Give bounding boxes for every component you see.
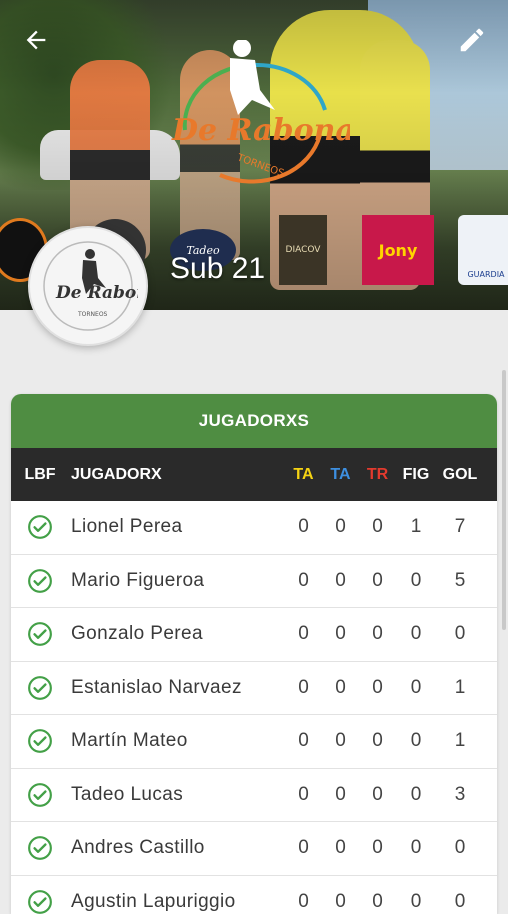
table-row[interactable]: Estanislao Narvaez 0 0 0 0 1 [11, 662, 497, 716]
stat-ta-yellow: 0 [285, 516, 322, 538]
col-header-tr: TR [359, 466, 396, 484]
lbf-status [11, 514, 69, 540]
lbf-status [11, 568, 69, 594]
check-circle-icon [27, 675, 53, 701]
stat-ta-blue: 0 [322, 623, 359, 645]
team-category-title: Sub 21 [170, 252, 265, 286]
col-header-ta-blue: TA [322, 466, 359, 484]
stat-ta-yellow: 0 [285, 730, 322, 752]
players-card: JUGADORXS LBF JUGADORX TA TA TR FIG GOL … [11, 394, 497, 914]
stat-tr: 0 [359, 677, 396, 699]
stat-gol: 1 [436, 677, 484, 699]
stat-tr: 0 [359, 891, 396, 913]
player-name: Mario Figueroa [69, 570, 285, 592]
check-circle-icon [27, 514, 53, 540]
player-name: Agustin Lapuriggio [69, 891, 285, 913]
de-rabona-badge: De Rabona TORNEOS [38, 236, 138, 336]
stat-ta-blue: 0 [322, 730, 359, 752]
player-name: Andres Castillo [69, 837, 285, 859]
stat-fig: 0 [396, 677, 436, 699]
check-circle-icon [27, 621, 53, 647]
table-row[interactable]: Andres Castillo 0 0 0 0 0 [11, 822, 497, 876]
sponsor-logo: GUARDIA [458, 215, 508, 285]
stat-ta-blue: 0 [322, 677, 359, 699]
svg-text:De Rabona: De Rabona [55, 283, 138, 303]
lbf-status [11, 728, 69, 754]
stat-gol: 0 [436, 891, 484, 913]
check-circle-icon [27, 568, 53, 594]
stat-gol: 0 [436, 623, 484, 645]
stat-tr: 0 [359, 837, 396, 859]
lbf-status [11, 621, 69, 647]
stat-gol: 3 [436, 784, 484, 806]
stat-fig: 0 [396, 730, 436, 752]
stat-ta-blue: 0 [322, 837, 359, 859]
check-circle-icon [27, 728, 53, 754]
stat-ta-yellow: 0 [285, 677, 322, 699]
sponsor-logo: DIACOV [278, 215, 328, 285]
stat-fig: 1 [396, 516, 436, 538]
back-button[interactable] [16, 20, 56, 60]
players-card-title: JUGADORXS [11, 394, 497, 448]
stat-gol: 5 [436, 570, 484, 592]
col-header-player: JUGADORX [69, 466, 285, 484]
svg-text:TORNEOS: TORNEOS [235, 152, 286, 179]
table-row[interactable]: Agustin Lapuriggio 0 0 0 0 0 [11, 876, 497, 914]
stat-ta-yellow: 0 [285, 570, 322, 592]
player-name: Gonzalo Perea [69, 623, 285, 645]
stat-fig: 0 [396, 570, 436, 592]
col-header-lbf: LBF [11, 466, 69, 484]
stat-tr: 0 [359, 784, 396, 806]
stat-ta-blue: 0 [322, 784, 359, 806]
col-header-fig: FIG [396, 466, 436, 484]
stat-fig: 0 [396, 623, 436, 645]
arrow-left-icon [22, 26, 50, 54]
col-header-ta-yellow: TA [285, 466, 322, 484]
check-circle-icon [27, 889, 53, 914]
team-avatar: De Rabona TORNEOS [28, 226, 148, 346]
stat-gol: 1 [436, 730, 484, 752]
stat-gol: 7 [436, 516, 484, 538]
scrollbar[interactable] [502, 370, 506, 630]
check-circle-icon [27, 782, 53, 808]
player-name: Martín Mateo [69, 730, 285, 752]
stat-ta-yellow: 0 [285, 837, 322, 859]
stat-tr: 0 [359, 623, 396, 645]
table-row[interactable]: Mario Figueroa 0 0 0 0 5 [11, 555, 497, 609]
stat-ta-blue: 0 [322, 570, 359, 592]
stat-ta-yellow: 0 [285, 623, 322, 645]
stat-fig: 0 [396, 891, 436, 913]
stat-fig: 0 [396, 837, 436, 859]
stat-ta-blue: 0 [322, 891, 359, 913]
lbf-status [11, 835, 69, 861]
table-row[interactable]: Lionel Perea 0 0 0 1 7 [11, 501, 497, 555]
table-header: LBF JUGADORX TA TA TR FIG GOL [11, 448, 497, 501]
player-name: Estanislao Narvaez [69, 677, 285, 699]
lbf-status [11, 782, 69, 808]
table-row[interactable]: Tadeo Lucas 0 0 0 0 3 [11, 769, 497, 823]
stat-ta-blue: 0 [322, 516, 359, 538]
table-row[interactable]: Martín Mateo 0 0 0 0 1 [11, 715, 497, 769]
player-name: Lionel Perea [69, 516, 285, 538]
lbf-status [11, 889, 69, 914]
stat-fig: 0 [396, 784, 436, 806]
pencil-icon [457, 25, 487, 55]
edit-button[interactable] [452, 20, 492, 60]
stat-ta-yellow: 0 [285, 891, 322, 913]
stat-tr: 0 [359, 730, 396, 752]
col-header-gol: GOL [436, 466, 484, 484]
de-rabona-logo: De Rabona TORNEOS [160, 40, 350, 190]
svg-text:TORNEOS: TORNEOS [77, 311, 108, 318]
lbf-status [11, 675, 69, 701]
players-list: Lionel Perea 0 0 0 1 7 Mario Figueroa 0 … [11, 501, 497, 914]
stat-ta-yellow: 0 [285, 784, 322, 806]
stat-tr: 0 [359, 570, 396, 592]
player-name: Tadeo Lucas [69, 784, 285, 806]
svg-text:De Rabona: De Rabona [171, 113, 350, 148]
check-circle-icon [27, 835, 53, 861]
sponsor-logo: Jony [362, 215, 434, 285]
table-row[interactable]: Gonzalo Perea 0 0 0 0 0 [11, 608, 497, 662]
stat-gol: 0 [436, 837, 484, 859]
stat-tr: 0 [359, 516, 396, 538]
